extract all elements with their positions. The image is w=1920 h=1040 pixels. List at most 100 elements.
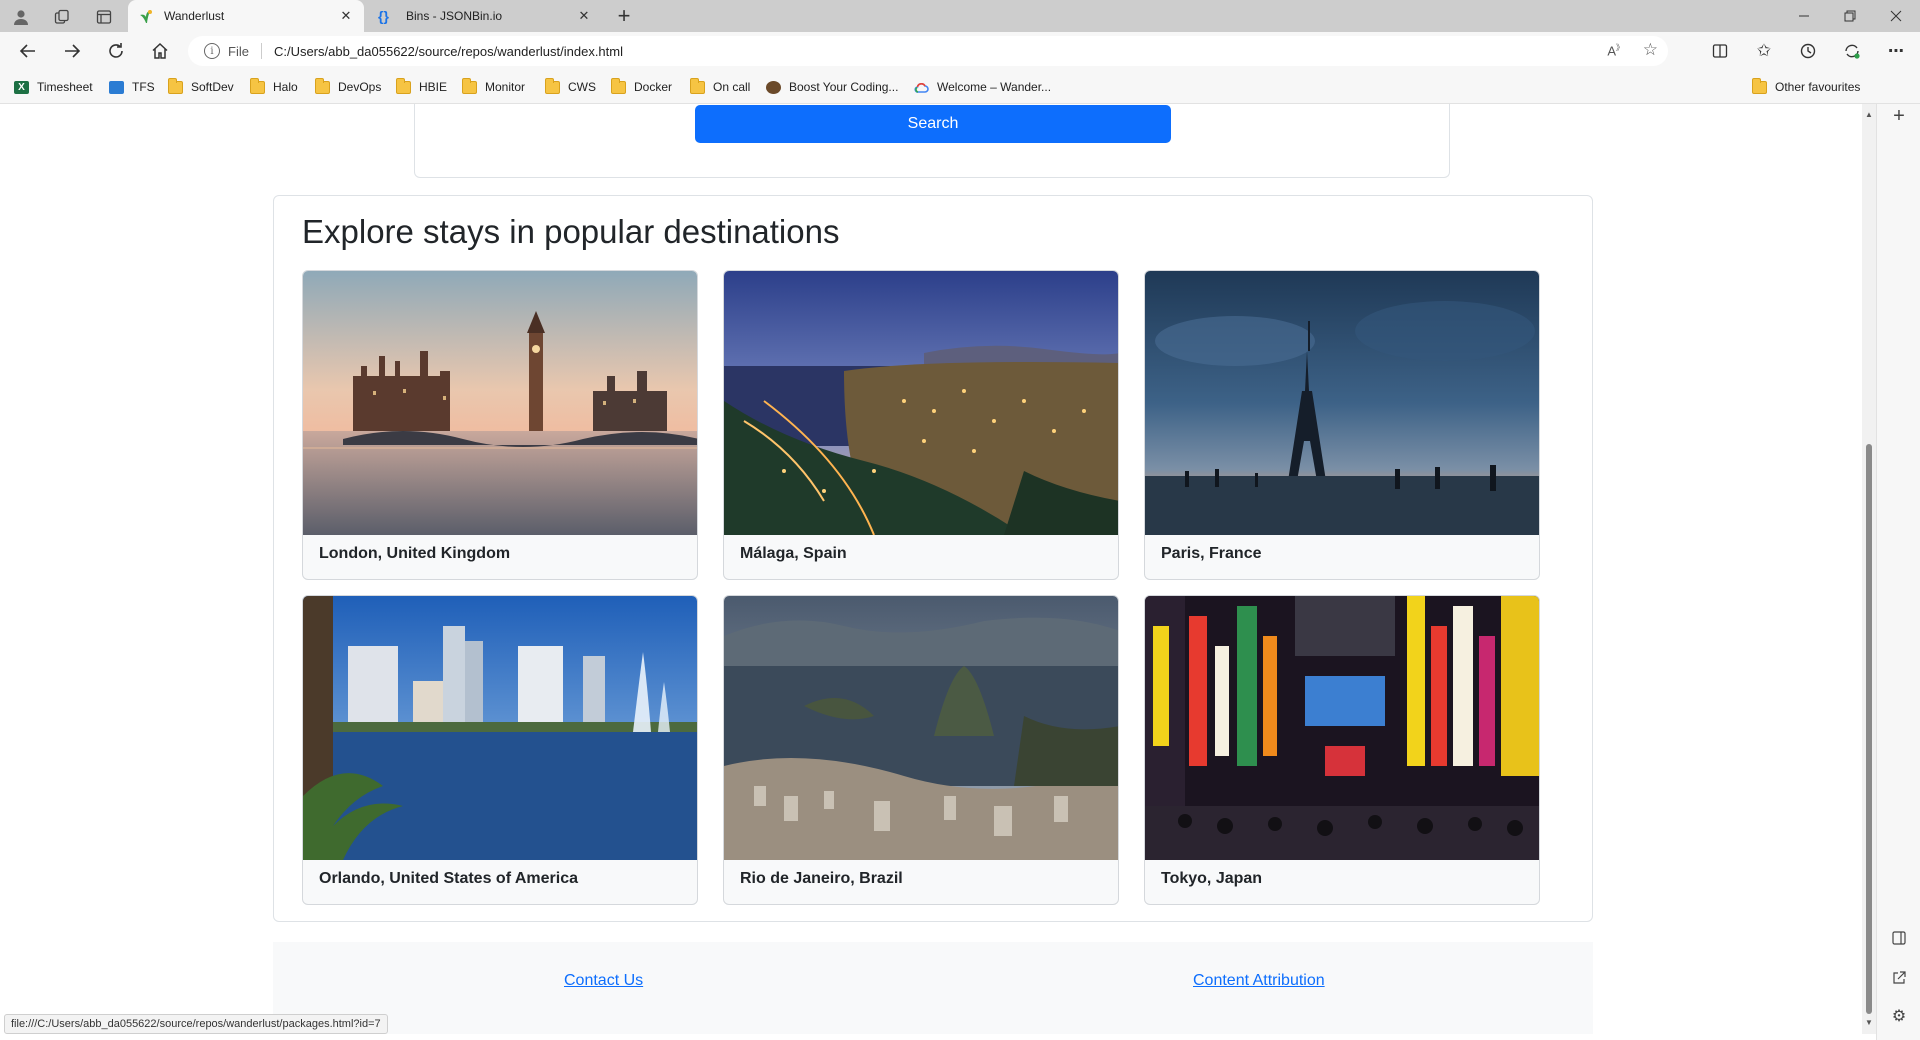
page-scrollbar[interactable]: ▲ ▼ (1862, 104, 1876, 1034)
contact-us-link[interactable]: Contact Us (564, 972, 643, 990)
folder-icon (545, 77, 560, 94)
bookmark-softdev[interactable]: SoftDev (168, 77, 234, 96)
bookmark-label: HBIE (419, 80, 448, 94)
close-tab-icon[interactable]: ✕ (576, 8, 592, 24)
restore-icon[interactable] (1838, 6, 1862, 26)
more-menu-icon[interactable]: ⋯ (1884, 39, 1908, 63)
folder-icon (315, 77, 330, 94)
orlando-photo[interactable] (303, 596, 697, 860)
bookmark-boost-your-coding[interactable]: Boost Your Coding... (766, 78, 898, 96)
tokyo-photo[interactable] (1145, 596, 1539, 860)
folder-icon (462, 77, 477, 94)
bookmark-label: Welcome – Wander... (937, 80, 1052, 94)
page-viewport: Search Explore stays in popular destinat… (0, 104, 1862, 1034)
forward-icon[interactable] (60, 39, 84, 63)
profile-icon[interactable] (10, 6, 32, 28)
workspaces-icon[interactable] (52, 7, 72, 27)
other-favourites[interactable]: Other favourites (1752, 77, 1860, 96)
bookmarks-bar: X Timesheet TFS SoftDev Halo DevOps HBIE… (0, 70, 1920, 104)
add-sidebar-app-icon[interactable]: + (1887, 104, 1911, 128)
bookmark-welcome-wander[interactable]: Welcome – Wander... (914, 78, 1051, 96)
bookmark-tfs[interactable]: TFS (109, 78, 155, 96)
bookmark-monitor[interactable]: Monitor (462, 77, 526, 96)
tab-jsonbin[interactable]: {} Bins - JSONBin.io ✕ (368, 0, 602, 32)
address-url[interactable]: C:/Users/abb_da055622/source/repos/wande… (274, 44, 623, 59)
external-link-icon[interactable] (1887, 966, 1911, 990)
address-scheme: File (228, 43, 249, 59)
rio-photo[interactable] (724, 596, 1118, 860)
close-tab-icon[interactable]: ✕ (338, 8, 354, 24)
browser-essentials-icon[interactable] (1840, 39, 1864, 63)
scroll-up-icon[interactable]: ▲ (1865, 110, 1873, 119)
bookmark-label: On call (713, 80, 751, 94)
close-window-icon[interactable] (1884, 6, 1908, 26)
bookmark-hbie[interactable]: HBIE (396, 77, 448, 96)
read-aloud-icon[interactable]: A》 (1607, 42, 1624, 58)
bookmark-label: TFS (132, 80, 155, 94)
section-title: Explore stays in popular destinations (302, 213, 840, 250)
tab-strip: Wanderlust ✕ {} Bins - JSONBin.io ✕ + (0, 0, 1920, 32)
folder-icon (168, 77, 183, 94)
info-icon[interactable]: i (204, 43, 220, 59)
bookmark-label: Docker (634, 80, 673, 94)
destination-card-tokyo[interactable]: Tokyo, Japan (1144, 595, 1540, 905)
scroll-down-icon[interactable]: ▼ (1865, 1018, 1873, 1027)
destination-card-london[interactable]: London, United Kingdom (302, 270, 698, 580)
destination-card-orlando[interactable]: Orlando, United States of America (302, 595, 698, 905)
folder-icon (1752, 77, 1767, 94)
destination-name: Málaga, Spain (740, 545, 847, 562)
bookmark-timesheet[interactable]: X Timesheet (14, 78, 93, 96)
minimize-icon[interactable] (1792, 6, 1816, 26)
back-icon[interactable] (16, 39, 40, 63)
folder-icon (396, 77, 411, 94)
bookmark-label: Boost Your Coding... (789, 80, 899, 94)
destination-name: Rio de Janeiro, Brazil (740, 870, 903, 887)
destination-name: London, United Kingdom (319, 545, 511, 562)
bookmark-label: Monitor (485, 80, 526, 94)
address-divider (260, 43, 262, 59)
tab-wanderlust[interactable]: Wanderlust ✕ (128, 0, 364, 32)
home-icon[interactable] (148, 39, 172, 63)
folder-icon (690, 77, 705, 94)
split-screen-icon[interactable] (1708, 39, 1732, 63)
tfs-icon (109, 80, 124, 94)
malaga-photo[interactable] (724, 271, 1118, 535)
new-tab-button[interactable]: + (612, 3, 636, 28)
google-cloud-icon (914, 81, 929, 94)
bookmark-devops[interactable]: DevOps (315, 77, 382, 96)
settings-gear-icon[interactable]: ⚙ (1887, 1004, 1911, 1028)
destinations-section: Explore stays in popular destinations Lo… (273, 195, 1593, 922)
status-url-tooltip: file:///C:/Users/abb_da055622/source/rep… (4, 1014, 388, 1034)
site-icon (766, 80, 781, 94)
address-bar[interactable]: i File C:/Users/abb_da055622/source/repo… (188, 36, 1668, 66)
bookmark-label: DevOps (338, 80, 382, 94)
jsonbin-favicon-icon: {} (378, 8, 389, 24)
history-icon[interactable] (1796, 39, 1820, 63)
excel-icon: X (14, 80, 29, 94)
scrollbar-thumb[interactable] (1866, 444, 1872, 1014)
bookmark-docker[interactable]: Docker (611, 77, 673, 96)
hide-sidebar-icon[interactable] (1887, 926, 1911, 950)
destination-card-malaga[interactable]: Málaga, Spain (723, 270, 1119, 580)
paris-photo[interactable] (1145, 271, 1539, 535)
destination-card-paris[interactable]: Paris, France (1144, 270, 1540, 580)
bookmark-halo[interactable]: Halo (250, 77, 298, 96)
search-panel: Search (414, 104, 1450, 178)
refresh-icon[interactable] (104, 39, 128, 63)
destination-name: Orlando, United States of America (319, 870, 579, 887)
favorites-icon[interactable]: ✩ (1752, 39, 1776, 63)
favorite-star-icon[interactable]: ☆ (1643, 40, 1658, 60)
destination-card-rio[interactable]: Rio de Janeiro, Brazil (723, 595, 1119, 905)
browser-toolbar: i File C:/Users/abb_da055622/source/repo… (0, 32, 1920, 70)
london-photo[interactable] (303, 271, 697, 535)
bookmark-cws[interactable]: CWS (545, 77, 596, 96)
bookmark-on-call[interactable]: On call (690, 77, 751, 96)
folder-icon (611, 77, 626, 94)
bookmark-label: Halo (273, 80, 298, 94)
content-attribution-link[interactable]: Content Attribution (1193, 972, 1325, 990)
bookmark-label: Timesheet (37, 80, 93, 94)
bookmark-label: SoftDev (191, 80, 234, 94)
search-button[interactable]: Search (695, 105, 1171, 143)
tab-actions-icon[interactable] (94, 7, 114, 27)
browser-sidebar: + ⚙ (1876, 104, 1920, 1040)
